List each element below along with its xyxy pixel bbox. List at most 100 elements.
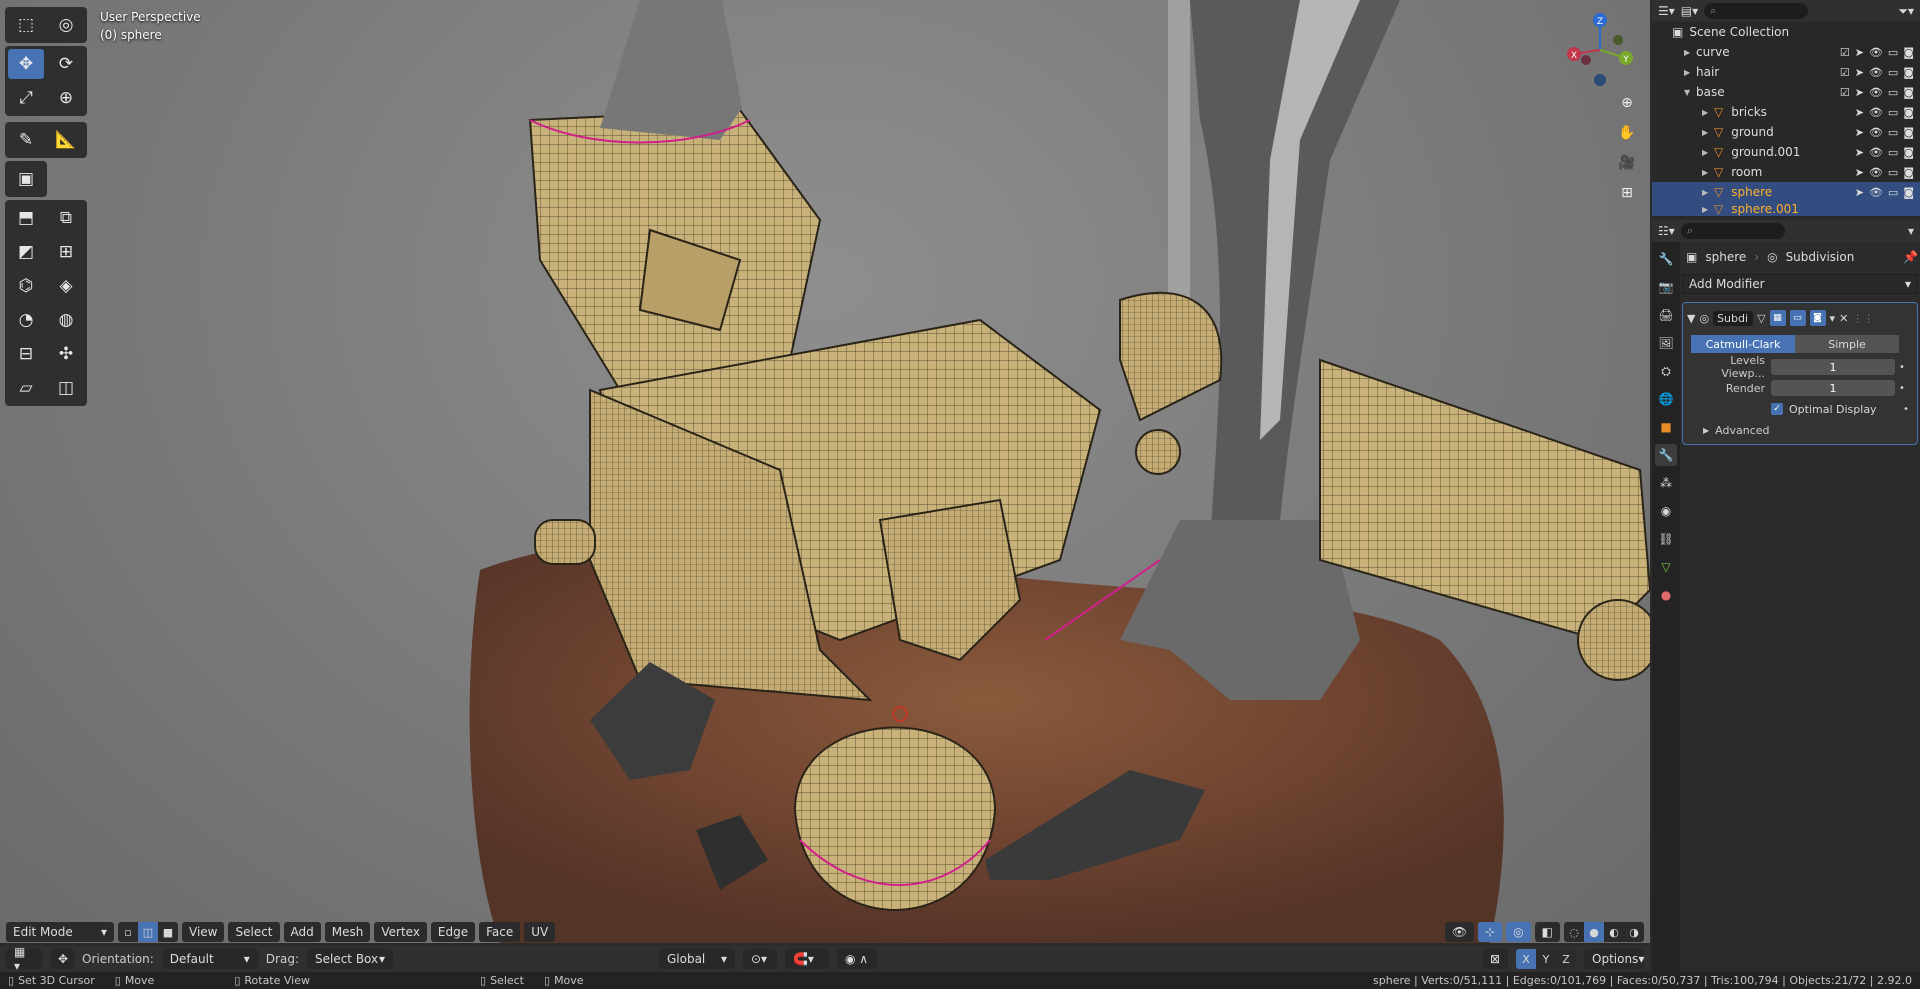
expand-arrow-icon[interactable]: ▶ <box>1684 48 1696 57</box>
move-tool[interactable]: ✥ <box>8 49 44 79</box>
collapse-arrow-icon[interactable]: ▼ <box>1687 312 1695 325</box>
menu-vertex[interactable]: Vertex <box>374 922 427 942</box>
menu-add[interactable]: Add <box>283 922 321 942</box>
shear-tool[interactable]: ▱ <box>8 373 44 403</box>
mode-select[interactable]: Edit Mode ▾ <box>6 922 114 942</box>
pin-icon[interactable]: 📌 <box>1903 250 1918 264</box>
expand-arrow-icon[interactable]: ▶ <box>1702 188 1714 197</box>
eye-icon[interactable]: 👁 <box>1869 86 1883 99</box>
options-dropdown[interactable]: Options ▾ <box>1584 949 1644 969</box>
modifier-name-field[interactable]: Subdi <box>1713 310 1754 326</box>
edge-slide-tool[interactable]: ⊟ <box>8 339 44 369</box>
eye-icon[interactable]: 👁 <box>1869 186 1883 199</box>
monitor-icon[interactable]: ▭ <box>1888 46 1898 59</box>
outliner-row-bricks[interactable]: ▶ ▽ bricks ➤ 👁 ▭ ◙ <box>1652 102 1920 122</box>
eye-icon[interactable]: 👁 <box>1869 66 1883 79</box>
spin-tool[interactable]: ◔ <box>8 305 44 335</box>
outliner-row-sphere[interactable]: ▶ ▽ sphere ➤ 👁 ▭ ◙ <box>1652 182 1920 202</box>
outliner-search-input[interactable]: ⌕ <box>1704 3 1809 19</box>
outliner-row-ground-001[interactable]: ▶ ▽ ground.001 ➤ 👁 ▭ ◙ <box>1652 142 1920 162</box>
menu-edge[interactable]: Edge <box>430 922 476 942</box>
outliner-row-curve[interactable]: ▶ curve ☑ ➤ 👁 ▭ ◙ <box>1652 42 1920 62</box>
monitor-icon[interactable]: ▭ <box>1888 146 1898 159</box>
annotate-tool[interactable]: ✎ <box>8 125 44 155</box>
checkbox-icon[interactable]: ☑ <box>1840 66 1850 79</box>
xray-icon[interactable]: ◧ <box>1534 922 1560 942</box>
vertex-select-icon[interactable]: ▫ <box>118 922 138 942</box>
3d-viewport[interactable]: User Perspective (0) sphere ⬚ ◎ ✥ ⟳ ⤢ ⊕ … <box>0 0 1650 943</box>
shrink-fatten-tool[interactable]: ✣ <box>48 339 84 369</box>
cursor-tool[interactable]: ◎ <box>48 10 84 40</box>
rendered-shading-icon[interactable]: ◑ <box>1624 922 1644 942</box>
inset-tool[interactable]: ⧉ <box>48 203 84 233</box>
overlay-toggle-icon[interactable]: ◎ <box>1506 922 1531 942</box>
properties-search-input[interactable]: ⌕ <box>1680 223 1785 239</box>
expand-arrow-icon[interactable]: ▶ <box>1702 128 1714 137</box>
extrude-tool[interactable]: ⬒ <box>8 203 44 233</box>
perspective-grid-icon[interactable]: ⊞ <box>1612 180 1642 206</box>
select-box-tool[interactable]: ⬚ <box>8 10 44 40</box>
auto-merge-icon[interactable]: ⊠ <box>1482 949 1508 969</box>
loop-cut-tool[interactable]: ⊞ <box>48 237 84 267</box>
rip-tool[interactable]: ◫ <box>48 373 84 403</box>
monitor-icon[interactable]: ▭ <box>1888 166 1898 179</box>
filter-icon[interactable]: ⏷▾ <box>1898 4 1914 19</box>
select-arrow-icon[interactable]: ➤ <box>1855 46 1864 59</box>
viewport-toggle-icon[interactable]: ▭ <box>1789 310 1806 326</box>
modifier-tab-icon[interactable]: 🔧 <box>1655 444 1677 466</box>
poly-build-tool[interactable]: ◈ <box>48 271 84 301</box>
edit-cage-icon[interactable]: ▽ <box>1757 312 1765 325</box>
keyframe-dot-icon[interactable]: • <box>1895 383 1909 394</box>
monitor-icon[interactable]: ▭ <box>1888 126 1898 139</box>
eye-icon[interactable]: 👁 <box>1869 166 1883 179</box>
select-arrow-icon[interactable]: ➤ <box>1855 106 1864 119</box>
collapse-arrow-icon[interactable]: ▼ <box>1684 88 1696 97</box>
eye-icon[interactable]: 👁 <box>1869 146 1883 159</box>
proportional-edit-icon[interactable]: ◉ ∧ <box>836 949 877 969</box>
particles-tab-icon[interactable]: ⁂ <box>1655 472 1677 494</box>
outliner-row-room[interactable]: ▶ ▽ room ➤ 👁 ▭ ◙ <box>1652 162 1920 182</box>
wireframe-shading-icon[interactable]: ◌ <box>1564 922 1584 942</box>
outliner-row-ground[interactable]: ▶ ▽ ground ➤ 👁 ▭ ◙ <box>1652 122 1920 142</box>
menu-face[interactable]: Face <box>479 922 521 942</box>
menu-uv[interactable]: UV <box>524 922 556 942</box>
scene-tab-icon[interactable]: ⛭ <box>1655 360 1677 382</box>
pivot-icon[interactable]: ⊙▾ <box>742 949 777 969</box>
select-arrow-icon[interactable]: ➤ <box>1855 86 1864 99</box>
constraints-tab-icon[interactable]: ⛓ <box>1655 528 1677 550</box>
gizmo-toggle-icon[interactable]: ⊹ <box>1478 922 1503 942</box>
menu-view[interactable]: View <box>182 922 225 942</box>
render-tab-icon[interactable]: 📷 <box>1655 276 1677 298</box>
monitor-icon[interactable]: ▭ <box>1888 106 1898 119</box>
keyframe-dot-icon[interactable]: • <box>1895 362 1909 373</box>
camera-icon[interactable]: 🎥 <box>1612 150 1642 176</box>
edge-select-icon[interactable]: ◫ <box>138 922 158 942</box>
outliner-row-base[interactable]: ▼ base ☑ ➤ 👁 ▭ ◙ <box>1652 82 1920 102</box>
expand-arrow-icon[interactable]: ▶ <box>1702 108 1714 117</box>
checkbox-icon[interactable]: ☑ <box>1840 46 1850 59</box>
navigation-gizmo[interactable]: Z Y X <box>1560 10 1640 90</box>
eye-icon[interactable]: 👁 <box>1869 46 1883 59</box>
display-mode-icon[interactable]: ▤▾ <box>1681 4 1698 18</box>
visibility-icon[interactable]: 👁 <box>1444 922 1475 942</box>
add-cube-tool[interactable]: ▣ <box>8 164 44 194</box>
material-tab-icon[interactable]: ● <box>1655 584 1677 606</box>
view-layer-tab-icon[interactable]: 🖼 <box>1655 332 1677 354</box>
outliner-row-sphere-001[interactable]: ▶ ▽ sphere.001 <box>1652 202 1920 216</box>
outliner-row-scene-collection[interactable]: ▣ Scene Collection <box>1652 22 1920 42</box>
levels-viewport-field[interactable]: 1 <box>1771 359 1895 375</box>
render-camera-icon[interactable]: ◙ <box>1903 66 1914 79</box>
mirror-x-toggle[interactable]: X <box>1516 949 1536 969</box>
chevron-down-icon[interactable]: ▾ <box>1908 224 1914 238</box>
select-arrow-icon[interactable]: ➤ <box>1855 66 1864 79</box>
checkbox-icon[interactable]: ☑ <box>1840 86 1850 99</box>
select-arrow-icon[interactable]: ➤ <box>1855 186 1864 199</box>
data-tab-icon[interactable]: ▽ <box>1655 556 1677 578</box>
close-icon[interactable]: ✕ <box>1839 312 1848 325</box>
face-select-icon[interactable]: ■ <box>158 922 178 942</box>
expand-arrow-icon[interactable]: ▶ <box>1702 168 1714 177</box>
material-shading-icon[interactable]: ◐ <box>1604 922 1624 942</box>
render-levels-field[interactable]: 1 <box>1771 380 1895 396</box>
world-tab-icon[interactable]: 🌐 <box>1655 388 1677 410</box>
monitor-icon[interactable]: ▭ <box>1888 66 1898 79</box>
